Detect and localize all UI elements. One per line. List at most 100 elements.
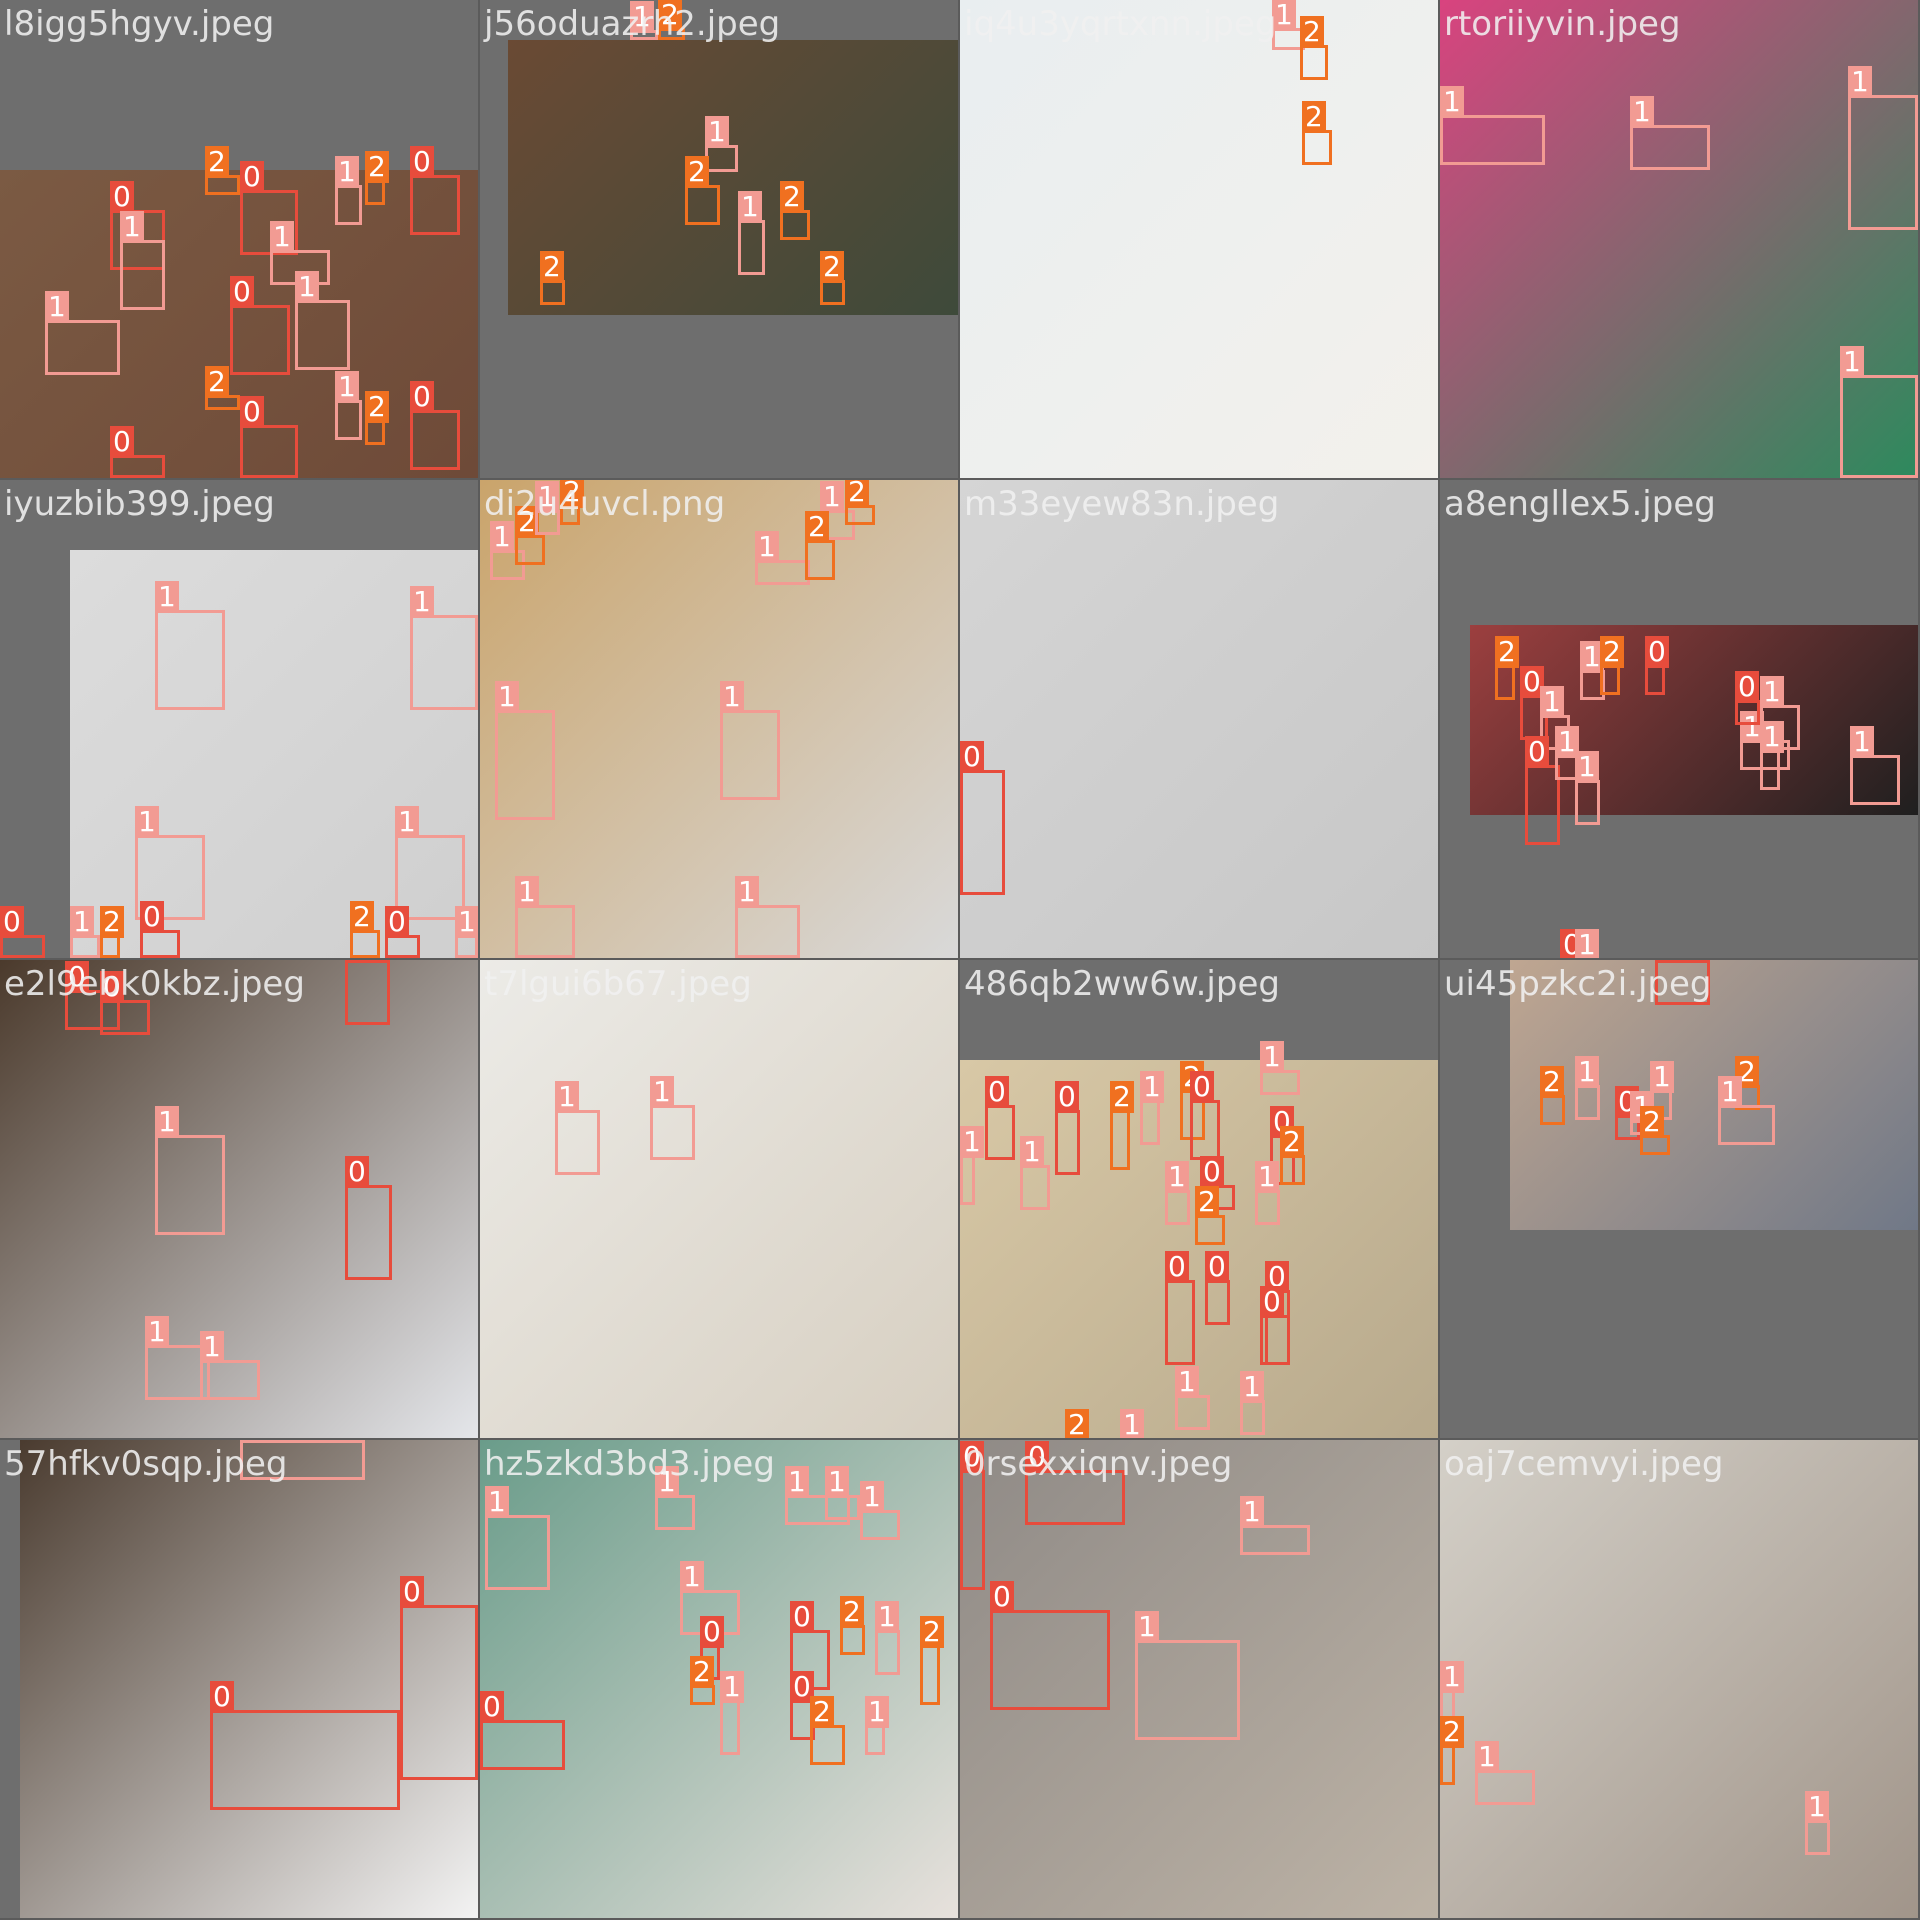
class-label: 2 — [540, 251, 564, 283]
detection-box-class-2: 2 — [1302, 101, 1332, 165]
class-label: 1 — [785, 1466, 809, 1498]
detection-box-class-1: 1 — [495, 681, 555, 820]
class-label: 2 — [1302, 101, 1326, 133]
class-label: 0 — [1525, 736, 1549, 768]
class-label: 1 — [680, 1561, 704, 1593]
detection-box-class-0: 0 — [1735, 671, 1760, 725]
class-label: 0 — [700, 1616, 724, 1648]
class-label: 1 — [240, 1440, 264, 1443]
class-label: 1 — [960, 1126, 984, 1158]
class-label: 1 — [535, 481, 559, 513]
mosaic-tile: 2 0 1 0 1 1 2 0 1 1 0 1 1 1 0 1 a8engllex5.jpeg — [1440, 480, 1918, 958]
class-label: 1 — [155, 1106, 179, 1138]
mosaic-tile: 1 2 1 2 2 2 1 2 j56oduazrh2.jpeg — [480, 0, 958, 478]
class-label: 2 — [1300, 16, 1324, 48]
detection-box-class-1: 1 — [1175, 1366, 1210, 1430]
class-label: 1 — [455, 906, 478, 938]
class-label: 0 — [100, 971, 124, 1003]
detection-box-class-2: 2 — [515, 506, 545, 565]
class-label: 1 — [1630, 96, 1654, 128]
class-label: 1 — [70, 906, 94, 938]
detection-box-class-2: 2 — [1110, 1081, 1134, 1170]
food-photo — [1440, 1440, 1918, 1918]
class-label: 2 — [845, 480, 869, 508]
detection-box-class-2: 2 — [1540, 1066, 1565, 1125]
class-label: 1 — [860, 1481, 884, 1513]
detection-box-class-0: 0 — [480, 1691, 565, 1770]
detection-box-class-1: 1 — [335, 156, 362, 225]
food-photo — [1510, 960, 1918, 1230]
class-label: 2 — [1540, 1066, 1564, 1098]
detection-box-class-1: 1 — [485, 1486, 550, 1590]
class-label: 0 — [790, 1601, 814, 1633]
class-label: 2 — [205, 146, 229, 178]
class-label: 1 — [1760, 676, 1784, 708]
food-photo — [508, 40, 958, 315]
detection-box-class-1: 1 — [70, 906, 100, 958]
class-label: 2 — [805, 511, 829, 543]
class-label: 0 — [480, 1691, 504, 1723]
detection-box-class-0: 0 — [140, 901, 180, 958]
detection-box-class-0: 0 — [100, 971, 150, 1035]
class-label: 1 — [1840, 346, 1864, 378]
detection-box-class-0: 0 — [990, 1581, 1110, 1710]
class-label: 1 — [1240, 1496, 1264, 1528]
detection-box-class-2: 2 — [560, 480, 584, 525]
detection-box-class-2: 2 — [1195, 1186, 1225, 1245]
detection-box-class-2: 2 — [690, 1656, 715, 1705]
class-label: 2 — [350, 901, 374, 933]
class-label: 2 — [100, 906, 124, 938]
class-label: 1 — [515, 876, 539, 908]
class-label: 1 — [755, 531, 779, 563]
class-label: 1 — [820, 481, 844, 513]
class-label: 2 — [365, 391, 389, 423]
class-label: 1 — [270, 221, 294, 253]
detection-box-class-2: 2 — [658, 0, 685, 40]
class-label: 1 — [45, 291, 69, 323]
detection-box-class-1: 1 — [738, 191, 765, 275]
detection-box-class-2: 2 — [350, 901, 380, 958]
detection-box-class-0: 0 — [240, 396, 298, 478]
detection-box-class-0: 0 — [1055, 1081, 1080, 1175]
mosaic-grid: 0 1 1 2 0 1 1 2 0 0 1 2 0 1 2 0 0 l8igg5hgyv.jpeg 1 2 1 2 2 2 1 2… — [0, 0, 1920, 1920]
detection-box-class-0: 0 — [1190, 1071, 1220, 1160]
class-label: 1 — [1175, 1366, 1199, 1398]
detection-box-class-2: 2 — [365, 151, 389, 205]
class-label: 0 — [990, 1581, 1014, 1613]
class-label: 0 — [400, 1576, 424, 1608]
detection-box-class-1: 1 — [295, 271, 350, 370]
class-label: 2 — [1495, 636, 1519, 668]
mosaic-tile: 1 1 1 1 0 1 2 0 2 0 1 iyuzbib399.jpeg — [0, 480, 478, 958]
detection-box-class-0: 0 — [1205, 1251, 1230, 1325]
class-label: 0 — [385, 906, 409, 938]
detection-box-class-1: 1 — [1805, 1791, 1830, 1855]
detection-box-class-1: 1 — [1575, 751, 1600, 825]
class-label: 2 — [1065, 1409, 1089, 1438]
class-label: 1 — [1440, 86, 1464, 118]
class-label: 0 — [240, 396, 264, 428]
detection-box-class-1: 1 — [1240, 1496, 1310, 1555]
detection-box-class-2: 2 — [820, 251, 845, 305]
tile-filename: iyuzbib399.jpeg — [4, 484, 275, 524]
mosaic-tile: 1 2 1 2 1 2 1 2 1 1 1 1 di2u4uvcl.png — [480, 480, 958, 958]
detection-box-class-2: 2 — [1300, 16, 1328, 80]
detection-box-class-1: 1 — [45, 291, 120, 375]
detection-box-class-1: 1 — [720, 1671, 744, 1755]
class-label: 1 — [1475, 1741, 1499, 1773]
class-label: 1 — [1140, 1071, 1164, 1103]
detection-box-class-1: 1 — [1240, 1371, 1265, 1435]
detection-box-class-2: 2 — [100, 906, 124, 958]
class-label: 1 — [145, 1316, 169, 1348]
detection-box-class-2: 2 — [685, 156, 720, 225]
class-label: 2 — [1440, 1716, 1464, 1748]
detection-box-class-1: 1 — [1848, 66, 1918, 230]
mosaic-tile: 1 1 1 1 rtoriiyvin.jpeg — [1440, 0, 1918, 478]
class-label: 2 — [820, 251, 844, 283]
detection-box-class-1: 1 — [860, 1481, 900, 1540]
class-label: 1 — [155, 581, 179, 613]
detection-box-class-1: 1 — [1020, 1136, 1050, 1210]
class-label: 2 — [780, 181, 804, 213]
mosaic-tile: 1 2 2 iq4u3yqrtxnn.jpeg — [960, 0, 1438, 478]
detection-box-class-1: 1 — [705, 116, 738, 172]
class-label: 1 — [1575, 929, 1599, 958]
